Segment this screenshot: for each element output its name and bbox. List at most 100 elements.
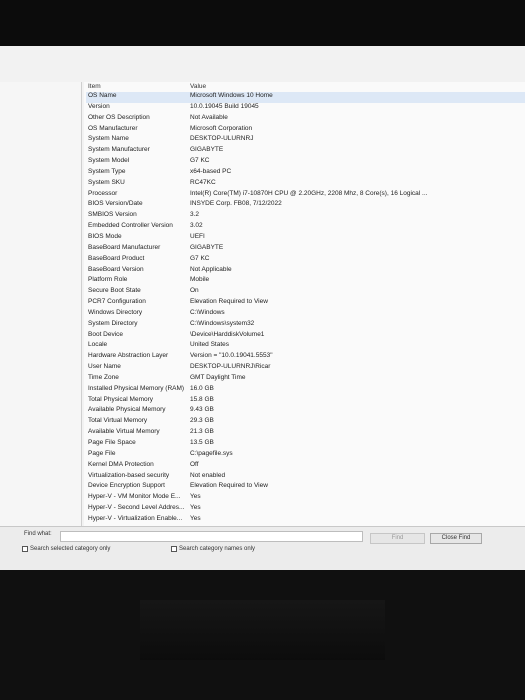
row-item-name: Platform Role <box>88 276 128 284</box>
table-row[interactable]: System Directory C:\Windows\system32 <box>86 320 525 331</box>
row-item-name: Page File Space <box>88 439 136 446</box>
row-item-value: 15.8 GB <box>190 395 214 403</box>
row-item-value: Yes <box>190 493 201 501</box>
table-row[interactable]: Locale United States <box>86 341 525 352</box>
row-item-value: C:\Windows <box>190 308 225 316</box>
search-selected-category-checkbox[interactable]: Search selected category only <box>22 546 110 552</box>
table-row[interactable]: System Type x64-based PC <box>86 168 525 179</box>
row-item-value: \Device\HarddiskVolume1 <box>190 330 265 338</box>
table-row[interactable]: Page File C:\pagefile.sys <box>86 450 525 461</box>
row-item-value: RC47KC <box>190 178 216 186</box>
row-item-value: GIGABYTE <box>190 243 224 251</box>
table-row[interactable]: Version 10.0.19045 Build 19045 <box>86 103 525 114</box>
table-row[interactable]: Hyper-V - VM Monitor Mode E... Yes <box>86 493 525 504</box>
row-item-name: BaseBoard Product <box>88 254 145 262</box>
row-item-name: Page File <box>88 449 116 457</box>
table-row[interactable]: Total Virtual Memory 29.3 GB <box>86 417 525 428</box>
column-header-value[interactable]: Value <box>188 81 525 92</box>
row-item-name: Total Virtual Memory <box>88 417 148 425</box>
row-item-name: OS Name <box>88 92 117 99</box>
system-information-window: Item Value OS Name Microsoft Windows 10 H… <box>0 46 525 570</box>
search-category-names-label: Search category names only <box>179 546 256 552</box>
row-item-value: Not Applicable <box>190 265 232 273</box>
table-row[interactable]: PCR7 Configuration Elevation Required to … <box>86 298 525 309</box>
table-row[interactable]: User Name DESKTOP-ULURNRJ\Ricar <box>86 363 525 374</box>
row-item-value: Off <box>190 460 199 468</box>
row-item-name: Virtualization-based security <box>88 471 170 479</box>
table-row[interactable]: Secure Boot State On <box>86 287 525 298</box>
table-row[interactable]: BIOS Version/Date INSYDE Corp. FB08, 7/12… <box>86 200 525 211</box>
table-row[interactable]: Time Zone GMT Daylight Time <box>86 374 525 385</box>
table-row[interactable]: BaseBoard Manufacturer GIGABYTE <box>86 244 525 255</box>
row-item-name: System Model <box>88 157 130 165</box>
row-item-value: 13.5 GB <box>190 439 214 446</box>
table-row[interactable]: Hyper-V - Second Level Addres... Yes <box>86 504 525 515</box>
row-item-value: Yes <box>190 514 201 522</box>
row-item-name: Available Virtual Memory <box>88 428 160 436</box>
category-tree-pane[interactable] <box>0 82 82 560</box>
table-row[interactable]: System Name DESKTOP-ULURNRJ <box>86 135 525 146</box>
row-item-name: SMBIOS Version <box>88 211 137 219</box>
row-item-value: Version = "10.0.19041.5553" <box>190 352 273 360</box>
table-row[interactable]: Processor Intel(R) Core(TM) i7-10870H CPU… <box>86 190 525 201</box>
row-item-name: Windows Directory <box>88 308 143 316</box>
row-item-value: G7 KC <box>190 157 210 165</box>
table-row[interactable]: System SKU RC47KC <box>86 179 525 190</box>
table-row[interactable]: Boot Device \Device\HarddiskVolume1 <box>86 331 525 342</box>
row-item-value: C:\pagefile.sys <box>190 449 233 457</box>
row-item-name: System Name <box>88 135 129 143</box>
row-item-value: C:\Windows\system32 <box>190 319 255 327</box>
table-row[interactable]: System Model G7 KC <box>86 157 525 168</box>
table-row[interactable]: Available Virtual Memory 21.3 GB <box>86 428 525 439</box>
table-row[interactable]: Virtualization-based security Not enabled <box>86 472 525 483</box>
table-row[interactable]: OS Manufacturer Microsoft Corporation <box>86 125 525 136</box>
close-find-button[interactable]: Close Find <box>430 533 482 544</box>
row-item-value: UEFI <box>190 232 205 240</box>
table-row[interactable]: System Manufacturer GIGABYTE <box>86 146 525 157</box>
search-selected-category-label: Search selected category only <box>30 546 111 552</box>
find-bar: Find what: Find Close Find Search select… <box>0 526 525 570</box>
row-item-name: System SKU <box>88 178 125 186</box>
table-row[interactable]: Hardware Abstraction Layer Version = "10.… <box>86 352 525 363</box>
find-what-input[interactable] <box>60 531 363 542</box>
table-row[interactable]: Page File Space 13.5 GB <box>86 439 525 450</box>
table-row[interactable]: Other OS Description Not Available <box>86 114 525 125</box>
table-row[interactable]: Hyper-V - Virtualization Enable... Yes <box>86 515 525 526</box>
row-item-name: BIOS Version/Date <box>88 200 143 208</box>
row-item-value: GMT Daylight Time <box>190 373 246 381</box>
table-row[interactable]: Available Physical Memory 9.43 GB <box>86 406 525 417</box>
row-item-value: INSYDE Corp. FB08, 7/12/2022 <box>190 200 282 208</box>
row-item-value: Mobile <box>190 276 210 284</box>
table-row[interactable]: BaseBoard Product G7 KC <box>86 255 525 266</box>
row-item-value: 29.3 GB <box>190 417 214 425</box>
row-item-name: Other OS Description <box>88 113 150 121</box>
table-row[interactable]: SMBIOS Version 3.2 <box>86 211 525 222</box>
monitor-bezel-top <box>0 0 525 46</box>
row-item-name: Total Physical Memory <box>88 395 154 403</box>
row-item-name: Time Zone <box>88 373 119 381</box>
row-item-value: Not Available <box>190 113 228 121</box>
table-row[interactable]: Windows Directory C:\Windows <box>86 309 525 320</box>
row-item-value: DESKTOP-ULURNRJ <box>190 135 254 143</box>
search-category-names-checkbox[interactable]: Search category names only <box>171 546 255 552</box>
row-item-value: Intel(R) Core(TM) i7-10870H CPU @ 2.20GH… <box>190 189 428 197</box>
table-row[interactable]: Embedded Controller Version 3.02 <box>86 222 525 233</box>
table-row[interactable]: Kernel DMA Protection Off <box>86 461 525 472</box>
row-item-name: Embedded Controller Version <box>88 222 173 230</box>
table-row[interactable]: Device Encryption Support Elevation Requi… <box>86 482 525 493</box>
row-item-name: System Manufacturer <box>88 146 150 154</box>
table-row[interactable]: Total Physical Memory 15.8 GB <box>86 396 525 407</box>
row-item-name: User Name <box>88 363 121 371</box>
table-row[interactable]: OS Name Microsoft Windows 10 Home <box>86 92 525 103</box>
column-header-item[interactable]: Item <box>86 81 188 92</box>
row-item-value: 9.43 GB <box>190 406 214 414</box>
find-what-label: Find what: <box>24 531 52 537</box>
table-row[interactable]: BIOS Mode UEFI <box>86 233 525 244</box>
row-item-name: Hyper-V - Second Level Addres... <box>88 504 185 512</box>
table-row[interactable]: Platform Role Mobile <box>86 276 525 287</box>
find-button[interactable]: Find <box>370 533 425 544</box>
row-item-name: Available Physical Memory <box>88 406 166 414</box>
table-row[interactable]: Installed Physical Memory (RAM) 16.0 GB <box>86 385 525 396</box>
table-row[interactable]: BaseBoard Version Not Applicable <box>86 266 525 277</box>
row-item-name: Installed Physical Memory (RAM) <box>88 384 185 392</box>
